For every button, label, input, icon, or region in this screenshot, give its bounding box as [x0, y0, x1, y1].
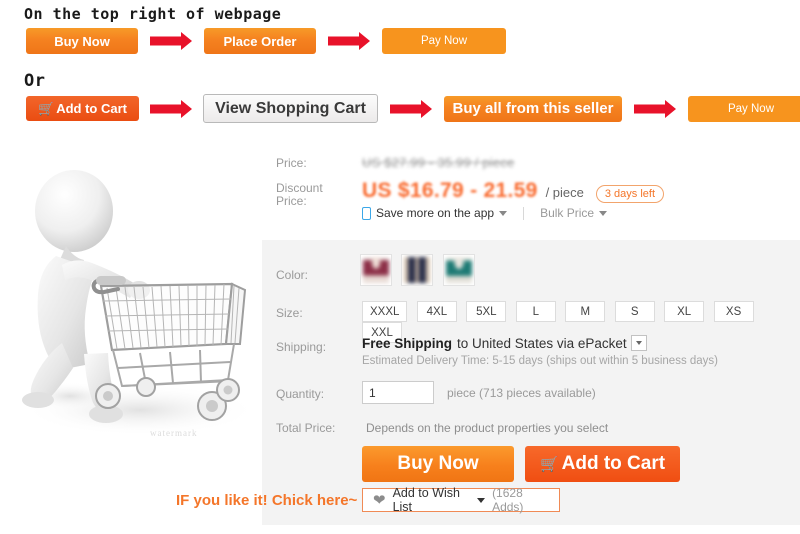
chevron-down-icon-bulk [599, 210, 608, 216]
flow-bottom-view-shopping-cart-button[interactable]: View Shopping Cart [203, 94, 378, 123]
size-option-l[interactable]: L [515, 301, 556, 322]
instruction-heading-or: Or [24, 71, 46, 91]
save-more-on-app-link[interactable]: Save more on the app [362, 206, 508, 220]
shipping-destination: to United States via ePacket [457, 335, 627, 351]
arrow-icon-5 [634, 99, 676, 119]
discount-price-label-line2: Price: [276, 194, 307, 208]
price-unit: / piece [545, 185, 584, 200]
flow-top-pay-now-button[interactable]: Pay Now [382, 28, 506, 54]
product-hero-image: watermark [0, 138, 262, 468]
bulk-price-link[interactable]: Bulk Price [540, 206, 608, 220]
discount-price-label-line1: Discount [276, 181, 323, 195]
arrow-icon-3 [150, 99, 192, 119]
total-price-value: Depends on the product properties you se… [366, 421, 609, 435]
wishlist-hint-text: IF you like it! Chick here~ [176, 492, 358, 509]
color-swatch-list [360, 254, 480, 286]
chevron-down-icon-wishlist [477, 497, 486, 503]
color-swatch-3-image [445, 257, 472, 283]
size-option-m[interactable]: M [565, 301, 606, 322]
shipping-label: Shipping: [276, 340, 327, 354]
quantity-availability-note: piece (713 pieces available) [447, 386, 596, 400]
flow-top-buy-now-button[interactable]: Buy Now [26, 28, 138, 54]
size-option-xxxl[interactable]: XXXL [362, 301, 408, 322]
size-label: Size: [276, 306, 303, 320]
checkout-flow-bottom: 🛒 Add to Cart View Shopping Cart Buy all… [26, 94, 800, 123]
shipping-method-row[interactable]: Free Shipping to United States via ePack… [362, 335, 647, 351]
original-price-value: US $27.99 - 35.99 / piece [362, 155, 515, 170]
arrow-icon-2 [328, 31, 370, 51]
total-price-label: Total Price: [276, 421, 336, 435]
discount-price-row: US $16.79 - 21.59 / piece 3 days left [362, 179, 665, 203]
add-to-wish-list-button[interactable]: ❤ Add to Wish List (1628 Adds) [362, 486, 560, 514]
color-swatch-3[interactable] [442, 254, 475, 286]
color-label: Color: [276, 268, 309, 282]
quantity-input[interactable] [362, 381, 434, 404]
divider [523, 206, 525, 220]
flow-bottom-add-to-cart-button[interactable]: 🛒 Add to Cart [26, 96, 139, 121]
cart-icon: 🛒 [38, 101, 55, 116]
discount-price-value: US $16.79 - 21.59 [362, 179, 538, 202]
color-swatch-1[interactable] [360, 254, 392, 286]
size-option-4xl[interactable]: 4XL [416, 301, 457, 322]
flow-bottom-buy-all-button[interactable]: Buy all from this seller [444, 95, 622, 122]
size-option-xs[interactable]: XS [713, 301, 754, 322]
arrow-icon-1 [150, 31, 192, 51]
color-swatch-1-image [363, 257, 389, 283]
color-swatch-2[interactable] [401, 254, 434, 286]
size-option-5xl[interactable]: 5XL [466, 301, 507, 322]
shopper-illustration [22, 170, 258, 436]
checkout-flow-top: Buy Now Place Order Pay Now [26, 28, 506, 54]
promo-instruction-page: On the top right of webpage Buy Now Plac… [0, 0, 800, 534]
flow-bottom-add-to-cart-label: Add to Cart [56, 101, 127, 116]
instruction-heading-top: On the top right of webpage [24, 5, 282, 23]
mobile-phone-icon [362, 206, 371, 220]
flow-bottom-pay-now-button[interactable]: Pay Now [688, 95, 800, 122]
free-shipping-label: Free Shipping [362, 335, 453, 351]
price-extras-row: Save more on the app Bulk Price [362, 206, 608, 220]
size-option-s[interactable]: S [614, 301, 655, 322]
color-swatch-2-image [404, 257, 431, 283]
product-options-panel [262, 240, 800, 525]
add-to-cart-label: Add to Cart [561, 453, 666, 474]
shipping-eta: Estimated Delivery Time: 5-15 days (ship… [362, 355, 719, 367]
bulk-price-label: Bulk Price [540, 206, 595, 220]
wish-list-count: (1628 Adds) [492, 486, 524, 514]
arrow-icon-4 [390, 99, 432, 119]
size-option-xl[interactable]: XL [664, 301, 705, 322]
promo-days-left-badge: 3 days left [595, 185, 665, 203]
quantity-label: Quantity: [276, 387, 325, 401]
image-watermark: watermark [150, 428, 198, 438]
buy-now-button[interactable]: Buy Now [362, 446, 514, 482]
price-label: Price: [276, 156, 307, 170]
save-more-on-app-label: Save more on the app [376, 206, 495, 220]
add-to-wish-list-label: Add to Wish List [392, 486, 460, 514]
shipping-dropdown-toggle[interactable] [630, 335, 647, 351]
cart-icon-cta: 🛒 [539, 456, 559, 473]
flow-top-place-order-button[interactable]: Place Order [204, 28, 316, 54]
chevron-down-icon-app [499, 210, 508, 216]
add-to-cart-button[interactable]: 🛒 Add to Cart [525, 446, 680, 482]
heart-icon: ❤ [373, 491, 386, 509]
